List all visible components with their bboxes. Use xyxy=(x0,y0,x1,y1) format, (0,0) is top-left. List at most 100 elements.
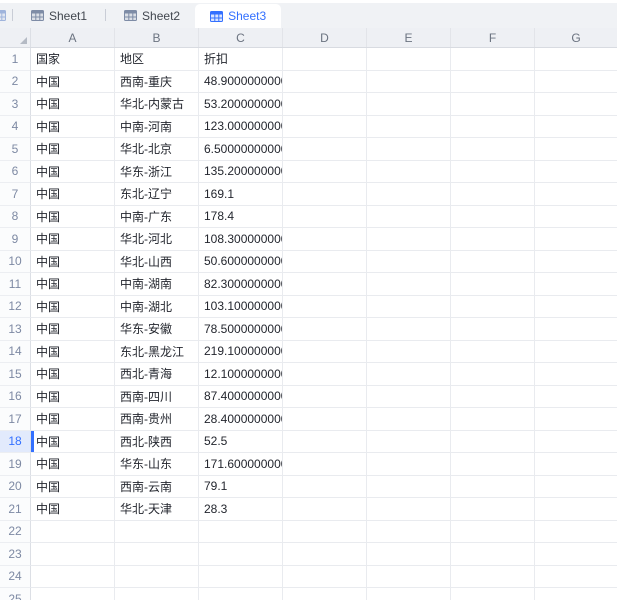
cell-E2[interactable] xyxy=(367,71,451,94)
cell-D13[interactable] xyxy=(283,318,367,341)
cell-B9[interactable]: 华北-河北 xyxy=(115,228,199,251)
cell-D3[interactable] xyxy=(283,93,367,116)
cell-D20[interactable] xyxy=(283,476,367,499)
row-number-19[interactable]: 19 xyxy=(0,453,31,476)
cell-A1[interactable]: 国家 xyxy=(31,48,115,71)
cell-G18[interactable] xyxy=(535,431,617,454)
cell-G1[interactable] xyxy=(535,48,617,71)
cell-A25[interactable] xyxy=(31,588,115,600)
cell-E4[interactable] xyxy=(367,116,451,139)
cell-F21[interactable] xyxy=(451,498,535,521)
cell-D23[interactable] xyxy=(283,543,367,566)
cell-F3[interactable] xyxy=(451,93,535,116)
cell-B18[interactable]: 西北-陕西 xyxy=(115,431,199,454)
cell-E25[interactable] xyxy=(367,588,451,600)
column-header-G[interactable]: G xyxy=(535,28,617,47)
cell-B20[interactable]: 西南-云南 xyxy=(115,476,199,499)
cell-B7[interactable]: 东北-辽宁 xyxy=(115,183,199,206)
cell-D7[interactable] xyxy=(283,183,367,206)
cell-D1[interactable] xyxy=(283,48,367,71)
cell-G16[interactable] xyxy=(535,386,617,409)
cell-D4[interactable] xyxy=(283,116,367,139)
cell-A4[interactable]: 中国 xyxy=(31,116,115,139)
cell-F8[interactable] xyxy=(451,206,535,229)
cell-D2[interactable] xyxy=(283,71,367,94)
cell-G19[interactable] xyxy=(535,453,617,476)
cell-F11[interactable] xyxy=(451,273,535,296)
cell-A5[interactable]: 中国 xyxy=(31,138,115,161)
cell-C21[interactable]: 28.3 xyxy=(199,498,283,521)
cell-E24[interactable] xyxy=(367,566,451,589)
cell-F6[interactable] xyxy=(451,161,535,184)
cell-A22[interactable] xyxy=(31,521,115,544)
cell-B1[interactable]: 地区 xyxy=(115,48,199,71)
cell-D21[interactable] xyxy=(283,498,367,521)
cell-F12[interactable] xyxy=(451,296,535,319)
row-number-6[interactable]: 6 xyxy=(0,161,31,184)
row-number-11[interactable]: 11 xyxy=(0,273,31,296)
cell-B5[interactable]: 华北-北京 xyxy=(115,138,199,161)
cell-E15[interactable] xyxy=(367,363,451,386)
cell-G20[interactable] xyxy=(535,476,617,499)
cell-C7[interactable]: 169.1 xyxy=(199,183,283,206)
cell-A2[interactable]: 中国 xyxy=(31,71,115,94)
cell-D12[interactable] xyxy=(283,296,367,319)
cell-B24[interactable] xyxy=(115,566,199,589)
cell-B25[interactable] xyxy=(115,588,199,600)
row-number-5[interactable]: 5 xyxy=(0,138,31,161)
cell-C19[interactable]: 171.600000000 xyxy=(199,453,283,476)
cell-D17[interactable] xyxy=(283,408,367,431)
cell-A6[interactable]: 中国 xyxy=(31,161,115,184)
cell-A8[interactable]: 中国 xyxy=(31,206,115,229)
row-number-25[interactable]: 25 xyxy=(0,588,31,600)
row-number-17[interactable]: 17 xyxy=(0,408,31,431)
cell-G7[interactable] xyxy=(535,183,617,206)
cell-C15[interactable]: 12.1000000000 xyxy=(199,363,283,386)
row-number-20[interactable]: 20 xyxy=(0,476,31,499)
row-number-7[interactable]: 7 xyxy=(0,183,31,206)
row-number-9[interactable]: 9 xyxy=(0,228,31,251)
cell-G15[interactable] xyxy=(535,363,617,386)
cell-C10[interactable]: 50.6000000000 xyxy=(199,251,283,274)
cell-A24[interactable] xyxy=(31,566,115,589)
cell-A23[interactable] xyxy=(31,543,115,566)
cell-E13[interactable] xyxy=(367,318,451,341)
cell-B10[interactable]: 华北-山西 xyxy=(115,251,199,274)
cell-D18[interactable] xyxy=(283,431,367,454)
cell-D10[interactable] xyxy=(283,251,367,274)
cell-A11[interactable]: 中国 xyxy=(31,273,115,296)
column-header-C[interactable]: C xyxy=(199,28,283,47)
cell-B14[interactable]: 东北-黑龙江 xyxy=(115,341,199,364)
cell-E14[interactable] xyxy=(367,341,451,364)
cell-C12[interactable]: 103.100000000 xyxy=(199,296,283,319)
cell-B8[interactable]: 中南-广东 xyxy=(115,206,199,229)
cell-E12[interactable] xyxy=(367,296,451,319)
cell-D9[interactable] xyxy=(283,228,367,251)
cell-B11[interactable]: 中南-湖南 xyxy=(115,273,199,296)
cell-E6[interactable] xyxy=(367,161,451,184)
cell-C14[interactable]: 219.100000000 xyxy=(199,341,283,364)
cell-E16[interactable] xyxy=(367,386,451,409)
cell-G24[interactable] xyxy=(535,566,617,589)
column-header-B[interactable]: B xyxy=(115,28,199,47)
cell-G5[interactable] xyxy=(535,138,617,161)
cell-E22[interactable] xyxy=(367,521,451,544)
cell-G6[interactable] xyxy=(535,161,617,184)
column-header-F[interactable]: F xyxy=(451,28,535,47)
cell-E3[interactable] xyxy=(367,93,451,116)
cell-G23[interactable] xyxy=(535,543,617,566)
cell-D15[interactable] xyxy=(283,363,367,386)
cell-E5[interactable] xyxy=(367,138,451,161)
cell-G14[interactable] xyxy=(535,341,617,364)
cell-D19[interactable] xyxy=(283,453,367,476)
cell-F18[interactable] xyxy=(451,431,535,454)
cell-B19[interactable]: 华东-山东 xyxy=(115,453,199,476)
cell-D22[interactable] xyxy=(283,521,367,544)
cell-F15[interactable] xyxy=(451,363,535,386)
cell-B16[interactable]: 西南-四川 xyxy=(115,386,199,409)
cell-A18[interactable]: 中国 xyxy=(31,431,115,454)
cell-B13[interactable]: 华东-安徽 xyxy=(115,318,199,341)
row-number-10[interactable]: 10 xyxy=(0,251,31,274)
cell-F19[interactable] xyxy=(451,453,535,476)
sheet-tab-sheet1[interactable]: Sheet1 xyxy=(16,3,102,28)
